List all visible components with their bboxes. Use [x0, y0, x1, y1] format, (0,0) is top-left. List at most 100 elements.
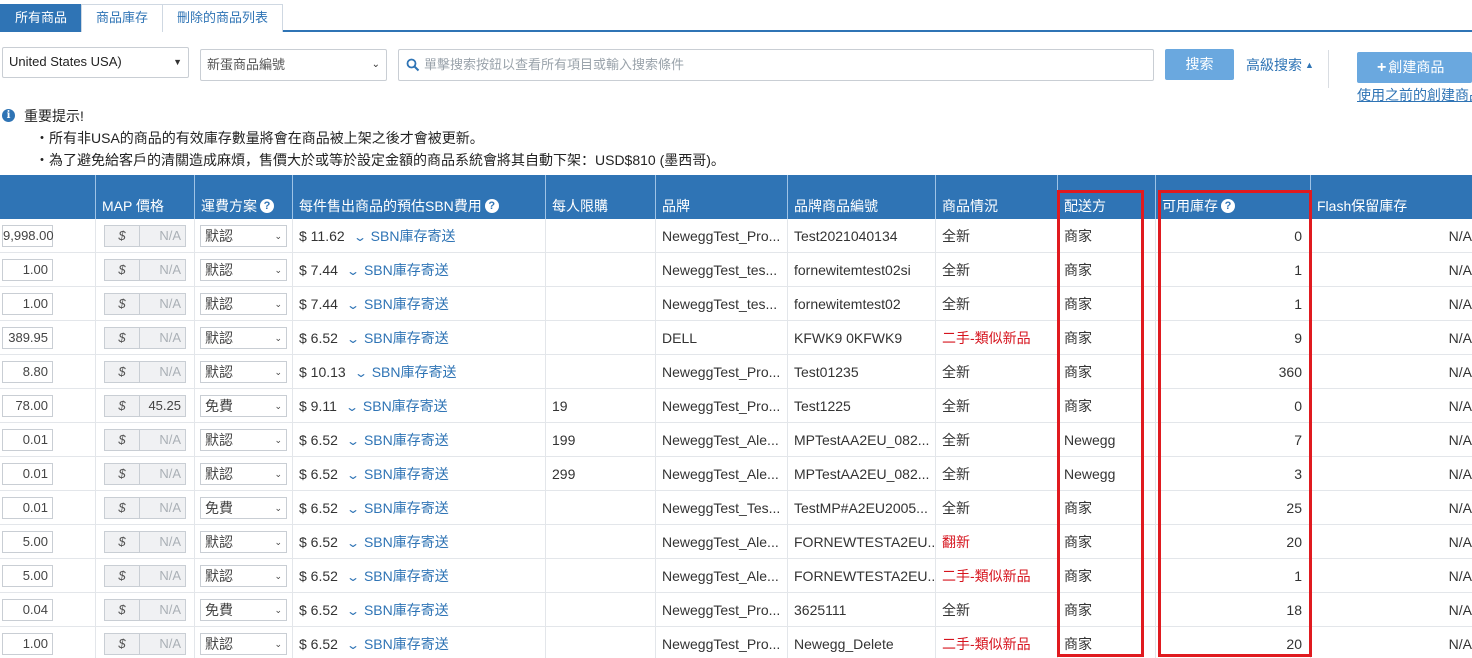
price-input[interactable]: 0.01 [2, 429, 53, 451]
shipping-select[interactable]: 默認 ⌄ [200, 327, 287, 349]
table-row[interactable]: 1.00$N/A默認⌄.$ 7.44⌄SBN庫存寄送NeweggTest_tes… [0, 287, 1472, 321]
price-input[interactable]: 5.00 [2, 565, 53, 587]
chevron-down-icon[interactable]: ⌄ [348, 356, 373, 389]
map-price-input[interactable]: $ N/A [104, 599, 186, 621]
sbn-shipping-link[interactable]: SBN庫存寄送 [364, 432, 449, 448]
map-price-input[interactable]: $ N/A [104, 429, 186, 451]
id-type-select[interactable]: 新蛋商品編號 ⌄ [200, 49, 387, 81]
help-icon[interactable]: ? [260, 199, 274, 214]
table-row[interactable]: 0.01$N/A默認⌄.$ 6.52⌄SBN庫存寄送199NeweggTest_… [0, 423, 1472, 457]
map-price-input[interactable]: $ N/A [104, 565, 186, 587]
sbn-shipping-link[interactable]: SBN庫存寄送 [364, 636, 449, 652]
chevron-down-icon[interactable]: ⌄ [340, 458, 365, 491]
map-price-input[interactable]: $ N/A [104, 361, 186, 383]
shipping-select[interactable]: 默認 ⌄ [200, 633, 287, 655]
shipping-select[interactable]: 默認 ⌄ [200, 259, 287, 281]
col-purchase-limit[interactable]: 每人限購 [546, 175, 656, 219]
chevron-down-icon[interactable]: ⌄ [340, 628, 365, 658]
sbn-shipping-link[interactable]: SBN庫存寄送 [364, 330, 449, 346]
chevron-down-icon[interactable]: ⌄ [340, 288, 365, 321]
map-price-input[interactable]: $ N/A [104, 497, 186, 519]
col-condition[interactable]: 商品情況 [936, 175, 1058, 219]
price-input[interactable]: 78.00 [2, 395, 53, 417]
table-row[interactable]: 0.04$N/A免費⌄.$ 6.52⌄SBN庫存寄送NeweggTest_Pro… [0, 593, 1472, 627]
chevron-down-icon[interactable]: ⌄ [340, 492, 365, 525]
map-price-input[interactable]: $ N/A [104, 293, 186, 315]
col-flash-reserve[interactable]: Flash保留庫存 [1311, 175, 1472, 219]
previous-create-link[interactable]: 使用之前的創建商品 [1357, 85, 1472, 105]
map-price-input[interactable]: $45.25 [104, 395, 186, 417]
price-input[interactable]: 8.80 [2, 361, 53, 383]
help-icon[interactable]: ? [1221, 199, 1235, 214]
table-row[interactable]: 5.00$N/A默認⌄.$ 6.52⌄SBN庫存寄送NeweggTest_Ale… [0, 559, 1472, 593]
price-input[interactable]: 389.95 [2, 327, 53, 349]
table-row[interactable]: 5.00$N/A默認⌄.$ 6.52⌄SBN庫存寄送NeweggTest_Ale… [0, 525, 1472, 559]
chevron-down-icon[interactable]: ⌄ [340, 254, 365, 287]
col-brand-sku[interactable]: 品牌商品編號 [788, 175, 936, 219]
price-input[interactable]: 1.00 [2, 633, 53, 655]
table-row[interactable]: 389.95$N/A默認⌄.$ 6.52⌄SBN庫存寄送DELLKFWK9 0K… [0, 321, 1472, 355]
shipping-select[interactable]: 默認 ⌄ [200, 225, 287, 247]
table-row[interactable]: 0.01$N/A默認⌄.$ 6.52⌄SBN庫存寄送299NeweggTest_… [0, 457, 1472, 491]
map-price-input[interactable]: $ N/A [104, 531, 186, 553]
shipping-select[interactable]: 默認 ⌄ [200, 531, 287, 553]
sbn-shipping-link[interactable]: SBN庫存寄送 [364, 296, 449, 312]
search-button[interactable]: 搜索 [1165, 49, 1234, 80]
shipping-select[interactable]: 默認 ⌄ [200, 293, 287, 315]
sbn-shipping-link[interactable]: SBN庫存寄送 [364, 262, 449, 278]
sbn-shipping-link[interactable]: SBN庫存寄送 [372, 364, 457, 380]
map-price-input[interactable]: $ N/A [104, 463, 186, 485]
price-input[interactable]: 1.00 [2, 293, 53, 315]
shipping-select[interactable]: 默認 ⌄ [200, 565, 287, 587]
tab-all-products[interactable]: 所有商品 [0, 4, 83, 32]
table-row[interactable]: 0.01$N/A免費⌄.$ 6.52⌄SBN庫存寄送NeweggTest_Tes… [0, 491, 1472, 525]
price-input[interactable]: 5.00 [2, 531, 53, 553]
col-map-price[interactable]: MAP 價格 [96, 175, 195, 219]
chevron-down-icon[interactable]: ⌄ [340, 526, 365, 559]
sbn-shipping-link[interactable]: SBN庫存寄送 [364, 534, 449, 550]
chevron-down-icon[interactable]: ⌄ [340, 594, 365, 627]
col-price[interactable] [0, 175, 96, 219]
chevron-down-icon[interactable]: ⌄ [340, 424, 365, 457]
table-row[interactable]: 1.00$N/A默認⌄.$ 7.44⌄SBN庫存寄送NeweggTest_tes… [0, 253, 1472, 287]
map-price-input[interactable]: $ N/A [104, 327, 186, 349]
sbn-shipping-link[interactable]: SBN庫存寄送 [363, 398, 448, 414]
advanced-search-toggle[interactable]: 高級搜索 ▲ [1246, 55, 1314, 75]
shipping-select[interactable]: 免費 ⌄ [200, 395, 287, 417]
sbn-shipping-link[interactable]: SBN庫存寄送 [364, 466, 449, 482]
map-price-input[interactable]: $ N/A [104, 225, 186, 247]
chevron-down-icon[interactable]: ⌄ [339, 390, 364, 423]
sbn-shipping-link[interactable]: SBN庫存寄送 [364, 568, 449, 584]
price-input[interactable]: 9,998.00 [2, 225, 54, 247]
tab-deleted-products[interactable]: 刪除的商品列表 [162, 4, 284, 32]
table-row[interactable]: 1.00$N/A默認⌄.$ 6.52⌄SBN庫存寄送NeweggTest_Pro… [0, 627, 1472, 658]
table-row[interactable]: 78.00$45.25免費⌄.$ 9.11⌄SBN庫存寄送19NeweggTes… [0, 389, 1472, 423]
map-price-input[interactable]: $ N/A [104, 259, 186, 281]
chevron-down-icon[interactable]: ⌄ [347, 220, 372, 253]
chevron-down-icon[interactable]: ⌄ [340, 560, 365, 593]
table-row[interactable]: 9,998.00$N/A默認⌄.$ 11.62⌄SBN庫存寄送NeweggTes… [0, 219, 1472, 253]
tab-inventory[interactable]: 商品庫存 [81, 4, 164, 32]
col-available-inventory[interactable]: 可用庫存? [1156, 175, 1311, 219]
create-product-button[interactable]: + 創建商品 [1357, 52, 1472, 83]
col-brand[interactable]: 品牌 [656, 175, 788, 219]
table-row[interactable]: 8.80$N/A默認⌄.$ 10.13⌄SBN庫存寄送NeweggTest_Pr… [0, 355, 1472, 389]
sbn-shipping-link[interactable]: SBN庫存寄送 [364, 500, 449, 516]
col-shipping[interactable]: 運費方案? [195, 175, 293, 219]
price-input[interactable]: 0.01 [2, 463, 53, 485]
sbn-shipping-link[interactable]: SBN庫存寄送 [364, 602, 449, 618]
sbn-shipping-link[interactable]: SBN庫存寄送 [371, 228, 456, 244]
chevron-down-icon[interactable]: ⌄ [340, 322, 365, 355]
shipping-select[interactable]: 默認 ⌄ [200, 429, 287, 451]
country-select[interactable]: United States USA) ▼ [2, 47, 189, 78]
price-input[interactable]: 0.01 [2, 497, 53, 519]
shipping-select[interactable]: 默認 ⌄ [200, 463, 287, 485]
col-fulfilled-by[interactable]: 配送方 [1058, 175, 1156, 219]
shipping-select[interactable]: 免費 ⌄ [200, 497, 287, 519]
col-sbn-fee[interactable]: 每件售出商品的預估SBN費用? [293, 175, 546, 219]
map-price-input[interactable]: $ N/A [104, 633, 186, 655]
shipping-select[interactable]: 默認 ⌄ [200, 361, 287, 383]
help-icon[interactable]: ? [484, 199, 499, 214]
search-input[interactable]: 單擊搜索按鈕以查看所有項目或輸入搜索條件 [398, 49, 1154, 81]
price-input[interactable]: 0.04 [2, 599, 53, 621]
